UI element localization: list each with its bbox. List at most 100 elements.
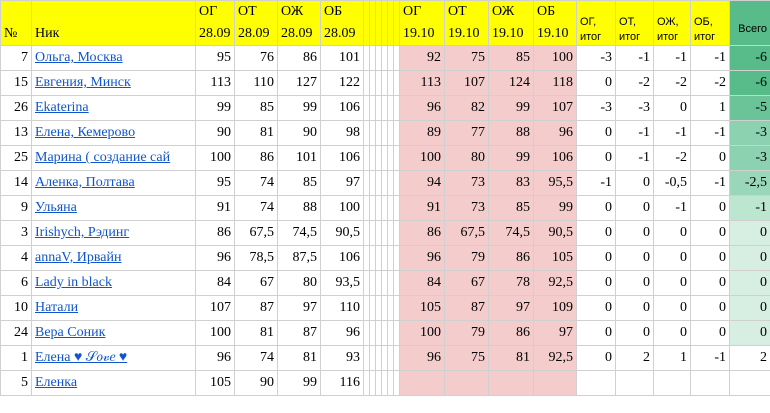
cell-og-19-10[interactable]: 96 [399,95,445,121]
header-ob-28-09[interactable]: ОБ 28.09 [320,0,364,46]
cell-oj-28-09[interactable]: 74,5 [277,220,321,246]
header-oj-19-10[interactable]: ОЖ 19.10 [488,0,534,46]
cell-ot-total[interactable] [615,370,654,396]
header-og-total[interactable]: ОГ, итог [576,0,616,46]
cell-og-total[interactable]: 0 [576,120,616,146]
cell-ot-28-09[interactable]: 86 [234,145,278,171]
cell-ot-19-10[interactable]: 82 [444,95,489,121]
cell-ot-total[interactable]: 0 [615,245,654,271]
cell-ot-total[interactable]: -2 [615,70,654,96]
cell-num[interactable]: 9 [0,195,32,221]
cell-og-28-09[interactable]: 113 [195,70,235,96]
cell-ob-total[interactable]: 0 [690,195,730,221]
cell-ot-28-09[interactable]: 74 [234,345,278,371]
cell-num[interactable]: 14 [0,170,32,196]
cell-ot-28-09[interactable]: 81 [234,120,278,146]
header-name[interactable]: Ник [31,0,196,46]
cell-name[interactable]: Ekaterina [31,95,196,121]
cell-oj-28-09[interactable]: 81 [277,345,321,371]
cell-oj-total[interactable]: 1 [653,345,691,371]
cell-ot-total[interactable]: 0 [615,295,654,321]
cell-oj-19-10[interactable]: 88 [488,120,534,146]
participant-link[interactable]: Irishych, Рэдинг [35,225,129,240]
cell-og-28-09[interactable]: 95 [195,45,235,71]
cell-grand-total[interactable]: -3 [729,120,770,146]
cell-og-total[interactable]: 0 [576,295,616,321]
header-num[interactable]: № [0,0,32,46]
cell-ot-28-09[interactable]: 67,5 [234,220,278,246]
cell-ot-19-10[interactable] [444,370,489,396]
cell-og-total[interactable]: 0 [576,70,616,96]
cell-oj-total[interactable]: -2 [653,70,691,96]
cell-ot-total[interactable]: 2 [615,345,654,371]
cell-oj-28-09[interactable]: 90 [277,120,321,146]
cell-ob-19-10[interactable]: 100 [533,45,577,71]
cell-ot-28-09[interactable]: 85 [234,95,278,121]
cell-ob-total[interactable]: 0 [690,245,730,271]
participant-link[interactable]: Ekaterina [35,100,89,115]
cell-num[interactable]: 1 [0,345,32,371]
cell-num[interactable]: 26 [0,95,32,121]
cell-ot-19-10[interactable]: 77 [444,120,489,146]
cell-og-28-09[interactable]: 100 [195,320,235,346]
cell-ot-19-10[interactable]: 80 [444,145,489,171]
cell-ot-total[interactable]: 0 [615,270,654,296]
cell-ot-total[interactable]: 0 [615,320,654,346]
cell-ot-19-10[interactable]: 79 [444,320,489,346]
cell-og-19-10[interactable]: 96 [399,245,445,271]
cell-ot-19-10[interactable]: 67 [444,270,489,296]
header-oj-total[interactable]: ОЖ, итог [653,0,691,46]
cell-og-total[interactable]: 0 [576,195,616,221]
cell-ot-28-09[interactable]: 78,5 [234,245,278,271]
cell-og-19-10[interactable]: 84 [399,270,445,296]
cell-ot-19-10[interactable]: 107 [444,70,489,96]
cell-oj-28-09[interactable]: 97 [277,295,321,321]
cell-ob-total[interactable]: -2 [690,70,730,96]
cell-ob-28-09[interactable]: 101 [320,45,364,71]
cell-oj-28-09[interactable]: 87 [277,320,321,346]
cell-oj-total[interactable]: 0 [653,245,691,271]
cell-og-19-10[interactable]: 91 [399,195,445,221]
participant-link[interactable]: Еленка [35,375,77,390]
cell-ob-total[interactable] [690,370,730,396]
header-og-19-10[interactable]: ОГ 19.10 [399,0,445,46]
cell-name[interactable]: Irishych, Рэдинг [31,220,196,246]
cell-name[interactable]: Вера Соник [31,320,196,346]
cell-ob-28-09[interactable]: 122 [320,70,364,96]
cell-oj-19-10[interactable]: 86 [488,320,534,346]
cell-og-total[interactable]: 0 [576,270,616,296]
participant-link[interactable]: Вера Соник [35,325,105,340]
cell-ot-28-09[interactable]: 87 [234,295,278,321]
cell-oj-total[interactable]: 0 [653,95,691,121]
cell-name[interactable]: Lady in black [31,270,196,296]
cell-ob-19-10[interactable] [533,370,577,396]
cell-oj-total[interactable]: -1 [653,195,691,221]
header-oj-28-09[interactable]: ОЖ 28.09 [277,0,321,46]
cell-grand-total[interactable]: 0 [729,320,770,346]
cell-ot-total[interactable]: -1 [615,45,654,71]
cell-ob-28-09[interactable]: 100 [320,195,364,221]
cell-num[interactable]: 6 [0,270,32,296]
cell-ot-28-09[interactable]: 76 [234,45,278,71]
cell-name[interactable]: Ольга, Москва [31,45,196,71]
cell-og-total[interactable] [576,370,616,396]
cell-grand-total[interactable]: 2 [729,345,770,371]
cell-grand-total[interactable]: 0 [729,245,770,271]
cell-ot-28-09[interactable]: 110 [234,70,278,96]
participant-link[interactable]: Аленка, Полтава [35,175,135,190]
cell-ot-total[interactable]: 0 [615,195,654,221]
cell-name[interactable]: Евгения, Минск [31,70,196,96]
cell-oj-total[interactable]: 0 [653,320,691,346]
cell-oj-total[interactable]: -2 [653,145,691,171]
cell-grand-total[interactable]: 0 [729,220,770,246]
cell-ob-19-10[interactable]: 97 [533,320,577,346]
cell-ob-19-10[interactable]: 96 [533,120,577,146]
cell-og-28-09[interactable]: 105 [195,370,235,396]
header-grand-total[interactable]: Всего [729,0,770,46]
cell-num[interactable]: 10 [0,295,32,321]
cell-oj-19-10[interactable]: 99 [488,95,534,121]
cell-og-total[interactable]: 0 [576,220,616,246]
cell-ot-19-10[interactable]: 73 [444,170,489,196]
cell-ob-total[interactable]: 0 [690,220,730,246]
participant-link[interactable]: annaV, Ирвайн [35,250,121,265]
